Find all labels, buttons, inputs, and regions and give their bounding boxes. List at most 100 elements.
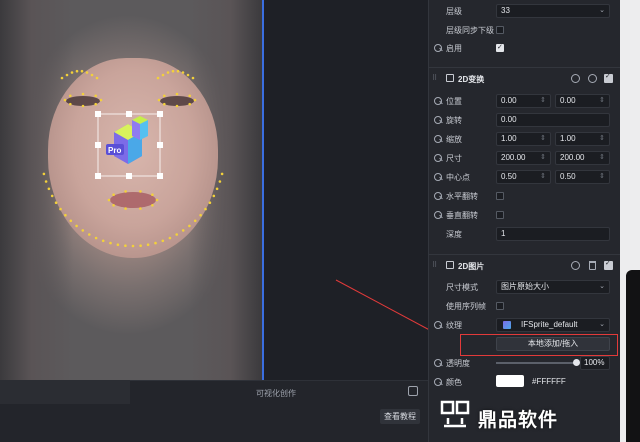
keyframe-icon[interactable] (434, 192, 442, 200)
view-tutorial-button[interactable]: 查看教程 (380, 409, 420, 424)
scale-y-value: 1.00 (560, 134, 576, 143)
enable-checkbox[interactable] (496, 43, 504, 52)
stepper-icon[interactable]: ⇕ (599, 171, 605, 183)
size-label: 尺寸 (446, 154, 462, 163)
level-sync-checkbox[interactable] (496, 26, 504, 34)
pivot-y-input[interactable]: 0.50 ⇕ (555, 170, 610, 184)
landmark-dot (81, 104, 85, 108)
delete-icon[interactable] (589, 261, 596, 270)
keyframe-icon[interactable] (434, 211, 442, 219)
keyframe-icon[interactable] (434, 359, 442, 367)
opacity-input[interactable]: 100% (580, 356, 610, 370)
stepper-icon[interactable]: ⇕ (599, 152, 605, 164)
sticker-pro-text: Pro (108, 146, 121, 155)
chevron-down-icon: ⌄ (599, 7, 605, 14)
watermark-logo-icon (440, 400, 470, 428)
stepper-icon[interactable]: ⇕ (599, 95, 605, 107)
preview-viewport[interactable]: Pro (0, 0, 262, 380)
help-icon[interactable] (571, 74, 580, 83)
transform-title: 2D变换 (458, 75, 485, 84)
watermark-text: 鼎品软件 (478, 410, 559, 431)
color-label: 颜色 (446, 378, 462, 387)
keyframe-icon[interactable] (434, 135, 442, 143)
landmark-dot (65, 73, 69, 77)
image-enable-checkbox[interactable] (604, 259, 613, 270)
pivot-y-value: 0.50 (560, 172, 576, 181)
chevron-down-icon: ⌄ (599, 321, 605, 328)
image-title: 2D图片 (458, 262, 485, 271)
row-rotation: 旋转 0.00 (428, 111, 620, 130)
opacity-slider[interactable] (496, 362, 578, 364)
drag-handle-icon[interactable]: ⠿ (432, 261, 440, 269)
pivot-x-input[interactable]: 0.50 ⇕ (496, 170, 551, 184)
section-2d-transform[interactable]: ⠿ 2D变换 (428, 67, 620, 89)
size-w-input[interactable]: 200.00 ⇕ (496, 151, 551, 165)
level-label: 层级 (446, 7, 462, 16)
stepper-icon[interactable]: ⇕ (540, 95, 546, 107)
landmark-dot (181, 229, 185, 232)
rotation-label: 旋转 (446, 116, 462, 125)
level-sync-label: 层级同步下级 (446, 26, 494, 35)
size-h-input[interactable]: 200.00 ⇕ (555, 151, 610, 165)
outer-dark-region (626, 270, 640, 442)
pro-cube-icon (106, 116, 148, 164)
sequence-checkbox[interactable] (496, 302, 504, 310)
landmark-dot (131, 244, 135, 248)
visual-creation-title: 可视化创作 (256, 389, 296, 398)
landmark-dot (94, 94, 97, 98)
landmark-dot (81, 229, 85, 232)
landmark-dot (109, 241, 112, 245)
row-position: 位置 0.00 ⇕ 0.00 ⇕ (428, 92, 620, 111)
bottom-left-panel (0, 380, 130, 404)
landmark-dot (75, 69, 79, 73)
keyframe-icon[interactable] (434, 44, 442, 52)
keyframe-icon[interactable] (434, 116, 442, 124)
stepper-icon[interactable]: ⇕ (540, 171, 546, 183)
landmark-dot (204, 207, 207, 211)
transform-enable-checkbox[interactable] (604, 72, 613, 83)
position-x-input[interactable]: 0.00 ⇕ (496, 94, 551, 108)
depth-input[interactable]: 1 (496, 227, 610, 241)
keyframe-icon[interactable] (434, 154, 442, 162)
size-mode-value: 图片原始大小 (501, 282, 549, 291)
scale-x-input[interactable]: 1.00 ⇕ (496, 132, 551, 146)
landmark-dot (139, 244, 142, 247)
color-hex-value[interactable]: #FFFFFF (532, 377, 566, 386)
stepper-icon[interactable]: ⇕ (540, 152, 546, 164)
color-swatch[interactable] (496, 375, 524, 387)
keyframe-icon[interactable] (588, 74, 597, 83)
section-2d-image[interactable]: ⠿ 2D图片 (428, 254, 620, 276)
scale-y-input[interactable]: 1.00 ⇕ (555, 132, 610, 146)
sticker-selection[interactable]: Pro (94, 110, 164, 182)
keyframe-icon[interactable] (434, 97, 442, 105)
landmark-dot (75, 224, 78, 228)
texture-select[interactable]: IFSprite_default ⌄ (496, 318, 610, 332)
stepper-icon[interactable]: ⇕ (540, 133, 546, 145)
rotation-input[interactable]: 0.00 (496, 113, 610, 127)
row-level: 层级 33 ⌄ (428, 2, 620, 21)
flip-h-checkbox[interactable] (496, 192, 504, 200)
level-select[interactable]: 33 ⌄ (496, 4, 610, 18)
landmark-dot (175, 104, 179, 108)
expand-icon[interactable] (408, 386, 418, 396)
stepper-icon[interactable]: ⇕ (599, 133, 605, 145)
size-mode-select[interactable]: 图片原始大小 ⌄ (496, 280, 610, 294)
landmark-dot (176, 69, 180, 73)
landmark-dot (69, 219, 73, 223)
landmark-dot (69, 94, 72, 98)
landmark-dot (175, 92, 179, 96)
landmark-dot (154, 241, 157, 245)
keyframe-icon[interactable] (434, 321, 442, 329)
drag-handle-icon[interactable]: ⠿ (432, 74, 440, 82)
keyframe-icon[interactable] (434, 378, 442, 386)
opacity-slider-handle[interactable] (573, 359, 580, 366)
keyframe-icon[interactable] (571, 261, 580, 270)
level-value: 33 (501, 6, 510, 15)
scale-label: 缩放 (446, 135, 462, 144)
position-y-input[interactable]: 0.00 ⇕ (555, 94, 610, 108)
keyframe-icon[interactable] (434, 173, 442, 181)
face-landmark-overlay (42, 69, 224, 248)
pivot-label: 中心点 (446, 173, 470, 182)
row-flip-h: 水平翻转 (428, 187, 620, 206)
flip-v-checkbox[interactable] (496, 211, 504, 219)
